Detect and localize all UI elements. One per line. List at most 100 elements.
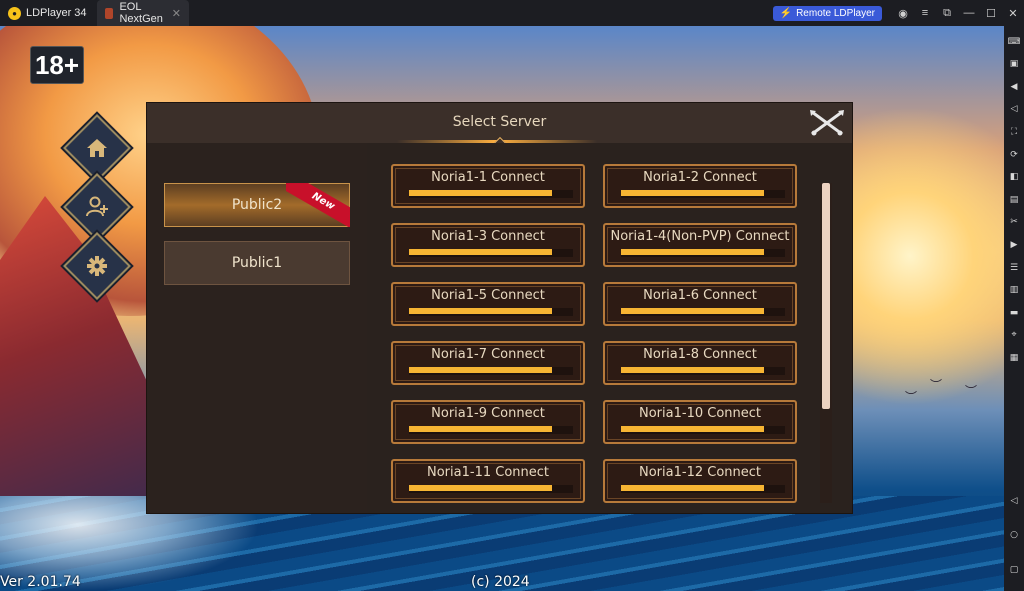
server-label: Noria1-4(Non-PVP) Connect	[610, 229, 790, 244]
server-button-noria1-10[interactable]: Noria1-10 Connect	[603, 400, 797, 444]
server-label: Noria1-1 Connect	[431, 170, 545, 185]
server-group-public1[interactable]: Public1	[164, 241, 350, 285]
emulator-sidebar: ⌨ ▣ ◀ ◁ ⛶ ⟳ ◧ ▤ ✂ ▶ ☰ ▥ ▬ ⌖ ▦ ◁ ○ ▢	[1004, 26, 1024, 591]
server-button-noria1-2[interactable]: Noria1-2 Connect	[603, 164, 797, 208]
new-ribbon: New	[286, 183, 350, 227]
screenshot-icon[interactable]: ⧉	[936, 7, 958, 20]
server-load-fill	[409, 308, 552, 314]
server-label: Noria1-7 Connect	[431, 347, 545, 362]
volume-up-icon[interactable]: ◀	[1007, 80, 1021, 94]
server-load-fill	[621, 190, 764, 196]
server-button-noria1-3[interactable]: Noria1-3 Connect	[391, 223, 585, 267]
add-friend-icon	[75, 185, 119, 229]
copyright-label: (c) 2024	[471, 574, 530, 590]
server-button-noria1-4[interactable]: Noria1-4(Non-PVP) Connect	[603, 223, 797, 267]
close-window-icon[interactable]: ✕	[1002, 7, 1024, 20]
remote-button-label: Remote LDPlayer	[796, 7, 875, 19]
server-load-bar	[621, 426, 785, 434]
close-dialog-button[interactable]	[807, 107, 847, 139]
server-list-scroll-thumb[interactable]	[822, 183, 830, 409]
server-label: Noria1-9 Connect	[431, 406, 545, 421]
server-load-fill	[621, 426, 764, 432]
server-load-bar	[621, 367, 785, 375]
emulator-titlebar: ● LDPlayer 34 EOL NextGen ✕ ⚡ Remote LDP…	[0, 0, 1024, 26]
game-app-icon	[105, 7, 114, 19]
server-group-label: Public2	[231, 197, 283, 213]
server-load-fill	[621, 485, 764, 491]
gear-icon	[75, 244, 119, 288]
fullscreen-icon[interactable]: ⛶	[1007, 125, 1021, 139]
server-button-noria1-6[interactable]: Noria1-6 Connect	[603, 282, 797, 326]
operation-record-icon[interactable]: ☰	[1007, 261, 1021, 275]
server-load-fill	[409, 367, 552, 373]
folder-icon[interactable]: ▬	[1007, 306, 1021, 320]
server-load-fill	[409, 249, 552, 255]
record-icon[interactable]: ▶	[1007, 238, 1021, 252]
apk-install-icon[interactable]: ▥	[1007, 283, 1021, 297]
game-viewport[interactable]: ︶ ︶ ︶ 18+ Select Server Public2 New Publ…	[0, 26, 1004, 591]
server-label: Noria1-10 Connect	[639, 406, 761, 421]
more-tools-icon[interactable]: ▦	[1007, 351, 1021, 365]
server-button-noria1-12[interactable]: Noria1-12 Connect	[603, 459, 797, 503]
cut-icon[interactable]: ✂	[1007, 215, 1021, 229]
android-back-icon[interactable]: ◁	[1007, 494, 1021, 508]
server-label: Noria1-2 Connect	[643, 170, 757, 185]
close-tab-icon[interactable]: ✕	[172, 7, 181, 20]
server-label: Noria1-8 Connect	[643, 347, 757, 362]
bird-icon: ︶	[905, 390, 918, 404]
server-load-fill	[621, 308, 764, 314]
game-tab-label: EOL NextGen	[119, 1, 163, 25]
app-tab-label: LDPlayer 34	[26, 7, 87, 19]
server-button-noria1-9[interactable]: Noria1-9 Connect	[391, 400, 585, 444]
server-load-bar	[409, 426, 573, 434]
server-load-bar	[621, 190, 785, 198]
sync-icon[interactable]: ⟳	[1007, 148, 1021, 162]
crossed-swords-close-icon	[810, 110, 844, 136]
location-icon[interactable]: ⌖	[1007, 328, 1021, 342]
server-load-fill	[621, 367, 764, 373]
bird-icon: ︶	[930, 378, 943, 392]
volume-down-icon[interactable]: ◁	[1007, 102, 1021, 116]
minimize-icon[interactable]: —	[958, 7, 980, 19]
server-load-bar	[409, 367, 573, 375]
server-load-fill	[409, 190, 552, 196]
server-group-public2[interactable]: Public2 New	[164, 183, 350, 227]
age-rating-badge: 18+	[30, 46, 84, 84]
ldplayer-logo-icon: ●	[8, 6, 21, 20]
keyboard-mapping-icon[interactable]: ⌨	[1007, 35, 1021, 49]
dialog-title: Select Server	[452, 114, 547, 130]
server-load-bar	[409, 485, 573, 493]
home-icon	[75, 126, 119, 170]
server-button-noria1-1[interactable]: Noria1-1 Connect	[391, 164, 585, 208]
account-icon[interactable]: ◉	[892, 7, 914, 20]
server-button-noria1-11[interactable]: Noria1-11 Connect	[391, 459, 585, 503]
server-button-noria1-7[interactable]: Noria1-7 Connect	[391, 341, 585, 385]
server-label: Noria1-6 Connect	[643, 288, 757, 303]
server-load-bar	[621, 249, 785, 257]
server-load-bar	[621, 308, 785, 316]
server-button-noria1-5[interactable]: Noria1-5 Connect	[391, 282, 585, 326]
server-label: Noria1-12 Connect	[639, 465, 761, 480]
server-load-bar	[409, 249, 573, 257]
android-home-icon[interactable]: ○	[1007, 528, 1021, 542]
server-load-fill	[621, 249, 764, 255]
android-recents-icon[interactable]: ▢	[1007, 563, 1021, 577]
server-load-bar	[409, 308, 573, 316]
new-badge: New	[286, 183, 350, 227]
tab-eol-nextgen[interactable]: EOL NextGen ✕	[97, 0, 189, 26]
remote-ldplayer-button[interactable]: ⚡ Remote LDPlayer	[772, 5, 882, 21]
server-load-bar	[409, 190, 573, 198]
screenshot-capture-icon[interactable]: ◧	[1007, 170, 1021, 184]
tab-ldplayer[interactable]: ● LDPlayer 34	[0, 0, 95, 26]
server-load-fill	[409, 485, 552, 491]
server-list-panel: Noria1-1 Connect Noria1-2 Connect Noria1…	[367, 143, 852, 513]
maximize-icon[interactable]: ☐	[980, 7, 1002, 20]
server-label: Noria1-11 Connect	[427, 465, 549, 480]
dialog-header: Select Server	[147, 103, 852, 152]
multi-instance-icon[interactable]: ▤	[1007, 193, 1021, 207]
select-server-dialog: Select Server Public2 New Public1 Noria1…	[146, 102, 853, 514]
gamepad-icon[interactable]: ▣	[1007, 57, 1021, 71]
server-button-noria1-8[interactable]: Noria1-8 Connect	[603, 341, 797, 385]
server-load-fill	[409, 426, 552, 432]
menu-icon[interactable]: ≡	[914, 7, 936, 19]
